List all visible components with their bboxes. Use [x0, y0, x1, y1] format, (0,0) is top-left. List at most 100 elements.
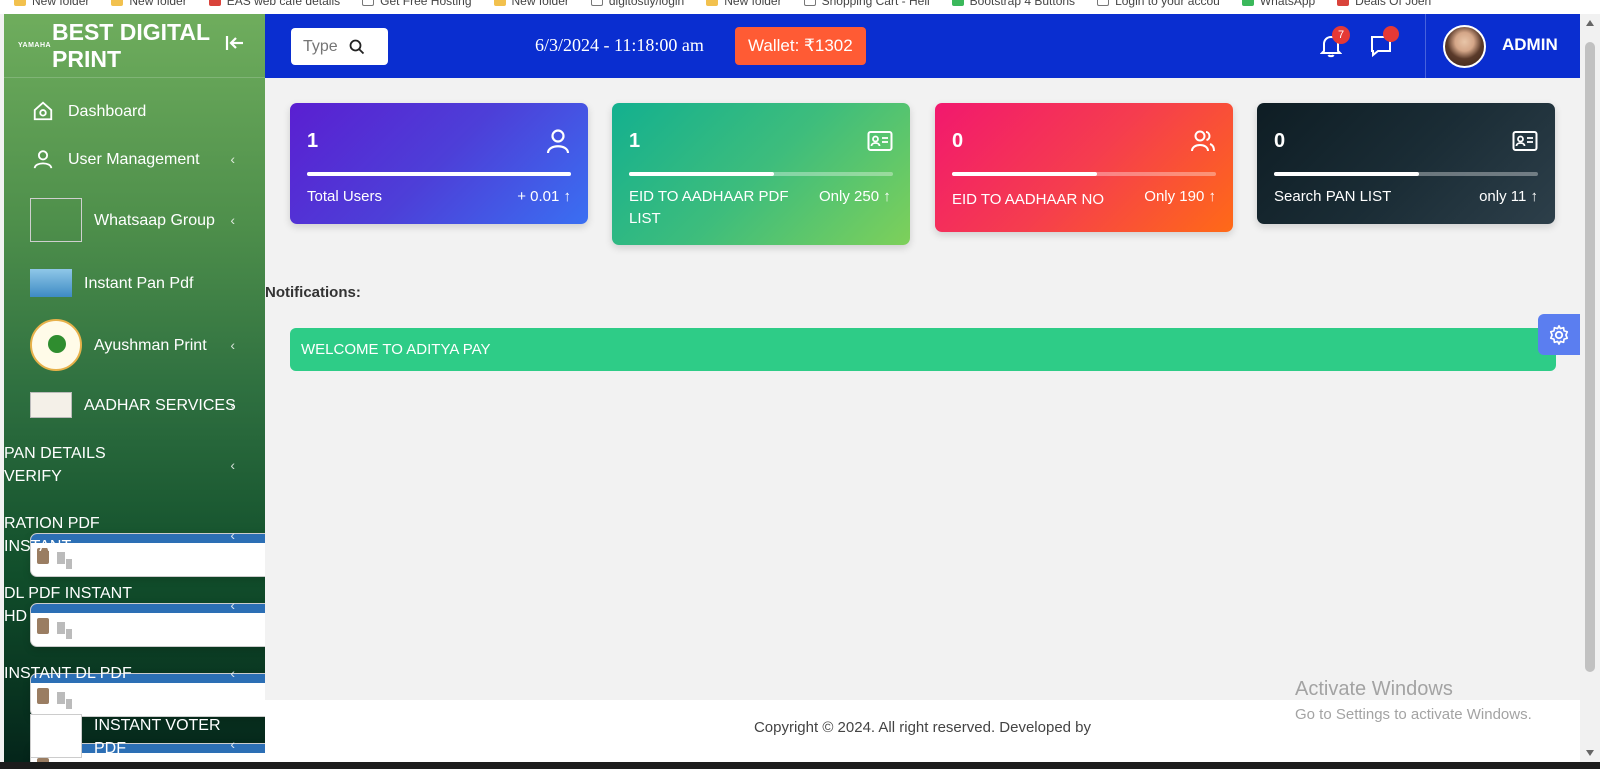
- bookmark-label: EAS web cafe details: [226, 0, 341, 8]
- bookmark[interactable]: New folder: [493, 0, 569, 8]
- id-card-icon: [1512, 131, 1538, 151]
- avatar[interactable]: [1443, 25, 1486, 68]
- bookmark-label: Deals Of Joeh: [1355, 0, 1432, 8]
- notification-count-badge: 7: [1332, 26, 1350, 44]
- progress-track: [629, 172, 893, 176]
- folder-icon: [111, 0, 124, 6]
- gear-icon: [1549, 324, 1569, 345]
- chevron-left-icon: ‹: [230, 665, 235, 681]
- messages-button[interactable]: [1369, 26, 1399, 63]
- pan-card-icon: [30, 269, 72, 297]
- user-icon: [546, 129, 570, 154]
- watermark-subtitle: Go to Settings to activate Windows.: [1295, 706, 1532, 723]
- chevron-left-icon: ‹: [230, 151, 235, 167]
- search-input[interactable]: [303, 37, 339, 56]
- sidebar-item-label: Ayushman Print: [94, 336, 207, 354]
- sidebar-item-dl-pdf-instant-hd[interactable]: DL PDF INSTANT HD ‹: [4, 570, 265, 717]
- bookmark[interactable]: WhatsApp: [1241, 0, 1315, 8]
- stat-card-eid-to-aadhaar-pdf[interactable]: 1 EID TO AADHAAR PDF LIST Only 250 ↑: [612, 103, 910, 245]
- stat-label: EID TO AADHAAR NO: [952, 191, 1104, 208]
- bookmark[interactable]: digitostly/login: [590, 0, 685, 8]
- search-icon[interactable]: [349, 39, 365, 55]
- scroll-up-icon[interactable]: [1586, 20, 1594, 26]
- bookmark[interactable]: Login to your accou: [1097, 0, 1220, 8]
- chevron-left-icon: ‹: [230, 337, 235, 353]
- bookmark[interactable]: New folder: [706, 0, 782, 8]
- stat-meta: Only 190 ↑: [1144, 188, 1216, 205]
- bookmark[interactable]: Bootstrap 4 Buttons: [951, 0, 1076, 8]
- stat-card-search-pan-list[interactable]: 0 Search PAN LIST only 11 ↑: [1257, 103, 1555, 224]
- sidebar-item-label: Dashboard: [68, 102, 147, 120]
- home-icon: [33, 101, 53, 121]
- chevron-left-icon: ‹: [230, 212, 235, 228]
- chevron-left-icon: ‹: [230, 457, 235, 473]
- scroll-down-icon[interactable]: [1586, 750, 1594, 756]
- sidebar-item-instant-voter-pdf[interactable]: INSTANT VOTER PDF ‹: [4, 706, 265, 762]
- chevron-left-icon: ‹: [230, 736, 235, 752]
- page-icon: [362, 0, 375, 6]
- sidebar-item-instant-dl-pdf[interactable]: INSTANT DL PDF ‹: [4, 640, 265, 762]
- sidebar: YAMAHA BEST DIGITAL PRINT Dashboard User…: [4, 14, 265, 762]
- vertical-scrollbar[interactable]: [1580, 14, 1600, 762]
- watermark-title: Activate Windows: [1295, 678, 1453, 700]
- user-name[interactable]: ADMIN: [1502, 35, 1558, 55]
- progress-fill: [307, 172, 571, 176]
- progress-track: [952, 172, 1216, 176]
- sidebar-item-label: AADHAR SERVICES: [84, 396, 236, 414]
- bookmark-label: New folder: [129, 0, 187, 8]
- id-card-icon: [867, 131, 893, 151]
- bookmark[interactable]: Shopping Cart - Hell: [803, 0, 930, 8]
- collapse-sidebar-icon[interactable]: [225, 34, 245, 58]
- stat-number: 1: [629, 130, 641, 152]
- brand-logo: YAMAHA: [18, 42, 52, 49]
- bookmark-label: New folder: [32, 0, 90, 8]
- sidebar-item-user-management[interactable]: User Management ‹: [4, 134, 265, 184]
- sidebar-item-ration-pdf-instant[interactable]: RATION PDF INSTANT ‹: [4, 500, 265, 647]
- stat-card-eid-to-aadhaar-no[interactable]: 0 EID TO AADHAAR NO Only 190 ↑: [935, 103, 1233, 232]
- chevron-left-icon: ‹: [230, 397, 235, 413]
- folder-icon: [14, 0, 26, 6]
- stat-label: Total Users: [307, 188, 383, 205]
- users-icon: [1191, 130, 1215, 152]
- user-icon: [33, 150, 53, 169]
- bookmark-label: Get Free Hosting: [380, 0, 472, 8]
- settings-button[interactable]: [1538, 314, 1580, 355]
- sidebar-item-aadhar-services[interactable]: AADHAR SERVICES ‹: [4, 380, 265, 430]
- sidebar-item-ayushman-print[interactable]: Ayushman Print ‹: [4, 310, 265, 380]
- bookmark[interactable]: New folder: [111, 0, 187, 8]
- stat-label: Search PAN LIST: [1274, 188, 1392, 205]
- sidebar-item-label: INSTANT VOTER PDF: [94, 717, 221, 757]
- chevron-left-icon: ‹: [230, 597, 235, 613]
- stat-card-total-users[interactable]: 1 Total Users + 0.01 ↑: [290, 103, 588, 224]
- bookmark-label: Shopping Cart - Hell: [821, 0, 930, 8]
- folder-icon: [493, 0, 506, 6]
- bookmark-label: digitostly/login: [608, 0, 685, 8]
- scrollbar-thumb[interactable]: [1585, 42, 1595, 672]
- progress-fill: [1274, 172, 1420, 176]
- wallet-button[interactable]: Wallet: ₹1302: [735, 27, 866, 65]
- sidebar-item-pan-details-verify[interactable]: PAN DETAILS VERIFY ‹: [4, 430, 265, 577]
- notifications-button[interactable]: 7: [1319, 26, 1350, 63]
- page-icon: [1097, 0, 1110, 6]
- site-icon: [951, 0, 964, 6]
- search-box[interactable]: [291, 28, 388, 65]
- stat-meta: Only 250 ↑: [819, 188, 891, 205]
- progress-track: [307, 172, 571, 176]
- page-icon: [803, 0, 816, 6]
- folder-icon: [706, 0, 719, 6]
- brand-name[interactable]: BEST DIGITAL PRINT: [52, 19, 217, 73]
- sidebar-menu: Dashboard User Management ‹ Whatsaap Gro…: [4, 78, 265, 762]
- bookmark-label: Bootstrap 4 Buttons: [969, 0, 1076, 8]
- bookmark[interactable]: Deals Of Joeh: [1337, 0, 1431, 8]
- progress-track: [1274, 172, 1538, 176]
- sidebar-item-instant-pan-pdf[interactable]: Instant Pan Pdf: [4, 256, 265, 310]
- bookmark[interactable]: EAS web cafe details: [208, 0, 341, 8]
- site-icon: [208, 0, 221, 6]
- bookmark-label: New folder: [724, 0, 782, 8]
- bookmark[interactable]: Get Free Hosting: [362, 0, 472, 8]
- page-icon: [590, 0, 603, 6]
- sidebar-item-dashboard[interactable]: Dashboard: [4, 88, 265, 134]
- bookmark[interactable]: New folder: [14, 0, 89, 8]
- chevron-left-icon: ‹: [230, 527, 235, 543]
- sidebar-item-whatsaap-group[interactable]: Whatsaap Group ‹: [4, 184, 265, 256]
